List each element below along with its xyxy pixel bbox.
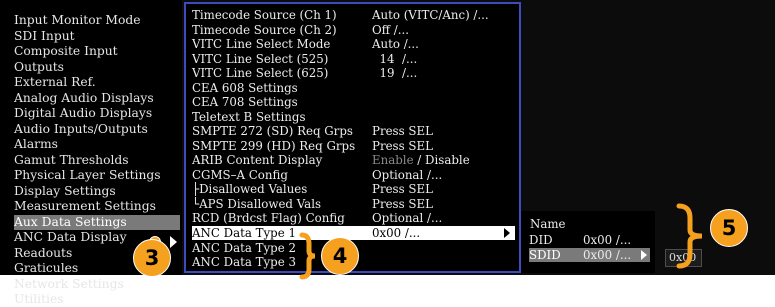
menu-item-audio-inputs-outputs[interactable]: Audio Inputs/Outputs bbox=[14, 122, 180, 137]
menu-item-display-settings[interactable]: Display Settings bbox=[14, 184, 180, 199]
setting-label: ANC Data Type 2 bbox=[192, 241, 296, 255]
menu-item-digital-audio-displays[interactable]: Digital Audio Displays bbox=[14, 106, 180, 121]
anc-data-type-submenu: Name DID 0x00 /... SDID 0x00 /... bbox=[521, 211, 655, 273]
menu-item-gamut-thresholds[interactable]: Gamut Thresholds bbox=[14, 153, 180, 168]
submenu-arrow-icon bbox=[641, 250, 647, 260]
setting-label: VITC Line Select (625) bbox=[192, 66, 329, 80]
setting-vitc-line-select-mode[interactable]: VITC Line Select Mode Auto /... bbox=[192, 37, 515, 51]
setting-cea-608-settings[interactable]: CEA 608 Settings bbox=[192, 81, 515, 95]
setting-value: 19 /... bbox=[372, 66, 418, 80]
setting-value: 0x00 /... bbox=[583, 248, 632, 262]
setting-disallowed-values[interactable]: ├Disallowed Values Press SEL bbox=[192, 182, 515, 196]
setting-label: RCD (Brdcst Flag) Config bbox=[192, 211, 345, 225]
setting-label: └APS Disallowed Vals bbox=[192, 197, 322, 211]
setting-value: Optional /... bbox=[372, 211, 443, 225]
setting-label: VITC Line Select (525) bbox=[192, 52, 329, 66]
setting-smpte-299-req-grps[interactable]: SMPTE 299 (HD) Req Grps Press SEL bbox=[192, 139, 515, 153]
setting-arib-content-display[interactable]: ARIB Content Display Enable / Disable bbox=[192, 153, 515, 167]
setting-label: Timecode Source (Ch 2) bbox=[192, 23, 337, 37]
menu-item-alarms[interactable]: Alarms bbox=[14, 137, 180, 152]
setting-value: 14 /... bbox=[372, 52, 418, 66]
setting-label: CGMS–A Config bbox=[192, 168, 288, 182]
menu-item-external-ref[interactable]: External Ref. bbox=[14, 75, 180, 90]
instrument-screen: Input Monitor Mode SDI Input Composite I… bbox=[0, 0, 775, 306]
setting-value: Optional /... bbox=[372, 168, 443, 182]
menu-item-network-settings[interactable]: Network Settings bbox=[14, 277, 180, 292]
setting-label: Timecode Source (Ch 1) bbox=[192, 8, 337, 22]
menu-item-utilities[interactable]: Utilities bbox=[14, 292, 180, 307]
setting-label: ANC Data Type 3 bbox=[192, 255, 296, 269]
setting-timecode-source-ch2[interactable]: Timecode Source (Ch 2) Off /... bbox=[192, 23, 515, 37]
callout-badge-4: 4 bbox=[321, 237, 359, 275]
callout-badge-5: 5 bbox=[710, 209, 748, 247]
submenu-title: Name bbox=[530, 217, 566, 231]
menu-item-measurement-settings[interactable]: Measurement Settings bbox=[14, 199, 180, 214]
setting-value: Press SEL bbox=[372, 139, 433, 153]
selection-arrow-icon bbox=[170, 236, 177, 248]
setting-cgms-a-config[interactable]: CGMS–A Config Optional /... bbox=[192, 168, 515, 182]
setting-label: SMPTE 272 (SD) Req Grps bbox=[192, 124, 353, 138]
submenu-arrow-icon bbox=[504, 228, 510, 238]
setting-label: Teletext B Settings bbox=[192, 110, 306, 124]
menu-item-composite-input[interactable]: Composite Input bbox=[14, 44, 180, 59]
menu-item-sdi-input[interactable]: SDI Input bbox=[14, 29, 180, 44]
setting-label: CEA 708 Settings bbox=[192, 95, 298, 109]
menu-item-analog-audio-displays[interactable]: Analog Audio Displays bbox=[14, 91, 180, 106]
option-separator: / bbox=[413, 153, 426, 167]
setting-label: SMPTE 299 (HD) Req Grps bbox=[192, 139, 356, 153]
setting-value: Auto /... bbox=[372, 37, 419, 51]
setting-sdid[interactable]: SDID 0x00 /... bbox=[529, 248, 650, 262]
setting-cea-708-settings[interactable]: CEA 708 Settings bbox=[192, 95, 515, 109]
setting-vitc-line-select-625[interactable]: VITC Line Select (625) 19 /... bbox=[192, 66, 515, 80]
callout-4-bracket bbox=[299, 232, 316, 280]
setting-vitc-line-select-525[interactable]: VITC Line Select (525) 14 /... bbox=[192, 52, 515, 66]
setting-label: ANC Data Type 1 bbox=[192, 226, 296, 240]
setting-label: ├Disallowed Values bbox=[192, 182, 308, 196]
setting-value: 0x00 /... bbox=[583, 233, 632, 247]
setting-value: Press SEL bbox=[372, 124, 433, 138]
option-enable: Enable bbox=[372, 153, 414, 167]
callout-5-bracket bbox=[676, 203, 703, 269]
setting-value: Press SEL bbox=[372, 182, 433, 196]
setting-label: CEA 608 Settings bbox=[192, 81, 298, 95]
menu-item-aux-data-settings[interactable]: Aux Data Settings bbox=[14, 215, 180, 230]
setting-label: DID bbox=[529, 233, 553, 247]
setting-value: 0x00 /... bbox=[372, 226, 421, 240]
setting-value: Auto (VITC/Anc) /... bbox=[372, 8, 489, 22]
setting-teletext-b-settings[interactable]: Teletext B Settings bbox=[192, 110, 515, 124]
callout-badge-3: 3 bbox=[133, 239, 171, 277]
menu-item-outputs[interactable]: Outputs bbox=[14, 60, 180, 75]
setting-timecode-source-ch1[interactable]: Timecode Source (Ch 1) Auto (VITC/Anc) /… bbox=[192, 8, 515, 22]
aux-data-settings-submenu: Timecode Source (Ch 1) Auto (VITC/Anc) /… bbox=[184, 2, 521, 273]
option-disable: Disable bbox=[425, 153, 470, 167]
setting-anc-data-type-1[interactable]: ANC Data Type 1 0x00 /... bbox=[192, 226, 515, 240]
setting-smpte-272-req-grps[interactable]: SMPTE 272 (SD) Req Grps Press SEL bbox=[192, 124, 515, 138]
setting-value: Enable / Disable bbox=[372, 153, 470, 167]
setting-rcd-config[interactable]: RCD (Brdcst Flag) Config Optional /... bbox=[192, 211, 515, 225]
main-menu: Input Monitor Mode SDI Input Composite I… bbox=[0, 0, 182, 306]
setting-did[interactable]: DID 0x00 /... bbox=[529, 233, 650, 247]
menu-item-input-monitor-mode[interactable]: Input Monitor Mode bbox=[14, 13, 180, 28]
setting-label: VITC Line Select Mode bbox=[192, 37, 331, 51]
menu-item-physical-layer-settings[interactable]: Physical Layer Settings bbox=[14, 168, 180, 183]
setting-value: Off /... bbox=[372, 23, 410, 37]
setting-aps-disallowed-vals[interactable]: └APS Disallowed Vals Press SEL bbox=[192, 197, 515, 211]
setting-label: ARIB Content Display bbox=[192, 153, 323, 167]
setting-label: SDID bbox=[529, 248, 561, 262]
setting-value: Press SEL bbox=[372, 197, 433, 211]
